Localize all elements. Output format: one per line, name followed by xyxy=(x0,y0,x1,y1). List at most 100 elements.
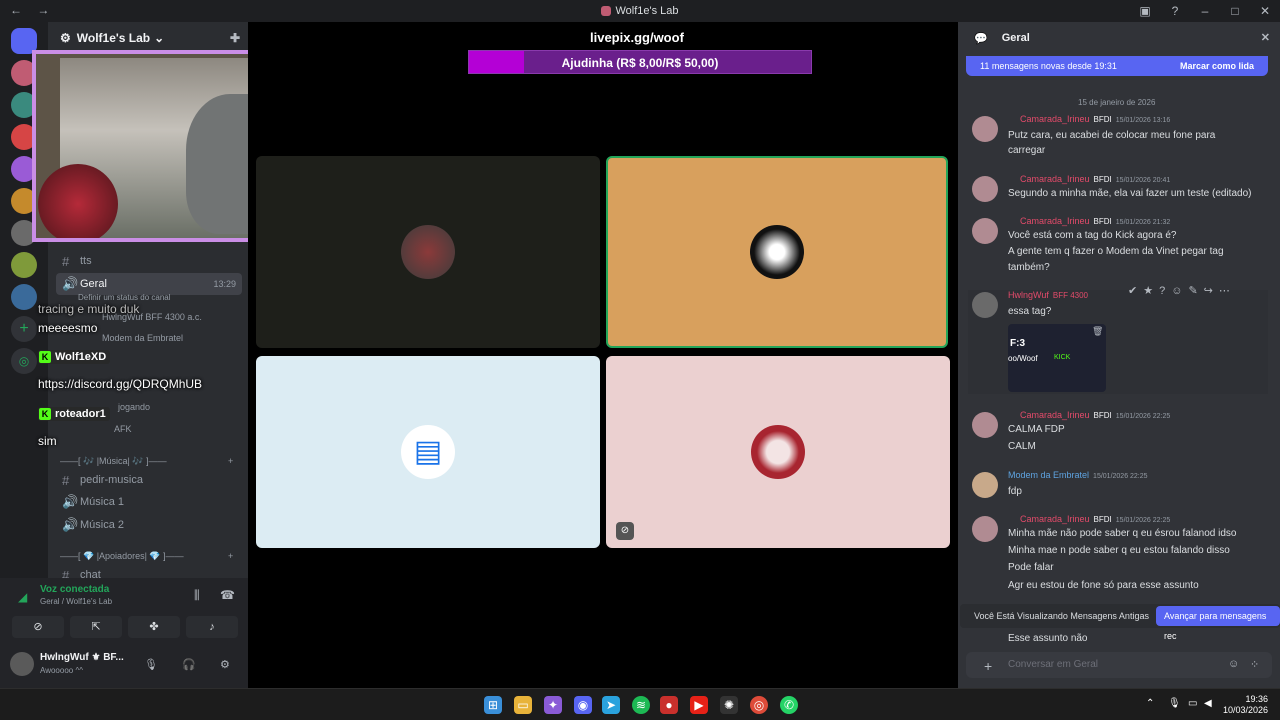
windows-start-icon[interactable]: ⊞ xyxy=(484,696,502,714)
forward-icon[interactable]: ↪ xyxy=(1204,285,1219,297)
avatar[interactable] xyxy=(972,412,998,438)
chat-header: 💬 Geral ✕ xyxy=(958,22,1280,54)
category-musica[interactable]: ——[ 🎶 |Música| 🎶 ]—— + xyxy=(60,456,233,467)
avatar[interactable] xyxy=(972,472,998,498)
voice-member[interactable]: AFK xyxy=(114,424,132,434)
microphone-icon[interactable]: 🎙 xyxy=(144,658,158,671)
avatar[interactable] xyxy=(972,218,998,244)
author-name[interactable]: Modem da Embratel xyxy=(1008,470,1089,480)
gear-icon[interactable]: ⚙ xyxy=(220,658,230,671)
signal-icon[interactable]: ◢ xyxy=(18,590,27,604)
inbox-icon[interactable]: ▣ xyxy=(1130,0,1160,22)
disconnect-icon[interactable]: ☎ xyxy=(220,588,235,602)
channel-musica-1[interactable]: 🔊 Música 1 xyxy=(56,491,242,513)
avatar[interactable] xyxy=(10,652,34,676)
window-title-text: Wolf1e's Lab xyxy=(615,5,679,17)
voice-member[interactable]: Modem da Embratel xyxy=(102,333,183,343)
volume-icon[interactable]: ◀ xyxy=(1204,698,1212,709)
channel-musica-2[interactable]: 🔊 Música 2 xyxy=(56,514,242,536)
add-channel-icon[interactable]: + xyxy=(228,456,233,466)
add-attachment-icon[interactable]: + xyxy=(984,658,992,674)
category-label: ——[ 🎶 |Música| 🎶 ]—— xyxy=(60,456,167,466)
clock[interactable]: 19:36 10/03/2026 xyxy=(1223,694,1268,716)
author-name[interactable]: Camarada_Irineu xyxy=(1020,410,1090,420)
edit-icon[interactable]: ✎ xyxy=(1188,285,1203,297)
tray-chevron-icon[interactable]: ⌃ xyxy=(1146,698,1154,709)
jump-to-present-button[interactable]: Avançar para mensagens rec xyxy=(1156,606,1280,641)
video-tile[interactable]: ⊘ xyxy=(606,356,950,548)
question-reaction-icon[interactable]: ? xyxy=(1159,285,1171,297)
app-icon[interactable]: ✦ xyxy=(544,696,562,714)
composer-placeholder[interactable]: Conversar em Geral xyxy=(1008,659,1098,670)
add-channel-icon[interactable]: + xyxy=(228,551,233,561)
maximize-icon[interactable]: □ xyxy=(1220,0,1250,22)
chrome-icon[interactable]: ◎ xyxy=(750,696,768,714)
delete-icon[interactable]: 🗑 xyxy=(1092,326,1103,337)
avatar[interactable] xyxy=(972,516,998,542)
avatar[interactable] xyxy=(972,292,998,318)
author-name[interactable]: Camarada_Irineu xyxy=(1020,514,1090,524)
camera-off-icon: ⊘ xyxy=(33,621,43,633)
noise-icon[interactable]: ⫼ xyxy=(194,588,200,603)
app-icon[interactable]: ✺ xyxy=(720,696,738,714)
user-status: Awooooo ^^ xyxy=(40,666,83,675)
explore-icon[interactable]: ◎ xyxy=(11,348,37,374)
mark-read-button[interactable]: Marcar como lida xyxy=(1180,61,1254,71)
network-icon[interactable]: ▭ xyxy=(1188,698,1197,709)
star-reaction-icon[interactable]: ★ xyxy=(1143,285,1159,297)
add-server-icon[interactable]: + xyxy=(11,316,37,342)
screenshare-button[interactable]: ⇱ xyxy=(70,616,122,638)
telegram-icon[interactable]: ➤ xyxy=(602,696,620,714)
video-tile[interactable] xyxy=(256,156,600,348)
channel-tts[interactable]: # tts xyxy=(56,250,242,272)
apps-icon[interactable]: ⁘ xyxy=(1250,658,1259,671)
spotify-icon[interactable]: ≋ xyxy=(632,696,650,714)
whatsapp-icon[interactable]: ✆ xyxy=(780,696,798,714)
overlay-chat-user: Kroteador1 xyxy=(38,407,110,421)
server-icon[interactable] xyxy=(11,252,37,278)
close-icon[interactable]: ✕ xyxy=(1261,31,1270,44)
camera-button[interactable]: ⊘ xyxy=(12,616,64,638)
youtube-icon[interactable]: ▶ xyxy=(690,696,708,714)
taskbar: ⊞ ▭ ✦ ◉ ➤ ≋ ● ▶ ✺ ◎ ✆ ⌃ 🎙 ▭ ◀ 19:36 10/03… xyxy=(0,688,1280,720)
file-explorer-icon[interactable]: ▭ xyxy=(514,696,532,714)
emoji-icon[interactable]: ☺ xyxy=(1228,658,1239,670)
minimize-icon[interactable]: – xyxy=(1190,0,1220,22)
author-name[interactable]: Camarada_Irineu xyxy=(1020,174,1090,184)
author-name[interactable]: Camarada_Irineu xyxy=(1020,216,1090,226)
app-icon[interactable]: ● xyxy=(660,696,678,714)
channel-label: Geral xyxy=(80,278,107,290)
embed-text: F:3 xyxy=(1010,338,1025,349)
goal-bar: Ajudinha (R$ 8,00/R$ 50,00) xyxy=(468,50,812,74)
server-icon[interactable] xyxy=(11,284,37,310)
video-tile-speaking[interactable] xyxy=(606,156,948,348)
channel-status[interactable]: Definir um status do canal xyxy=(78,293,171,302)
category-apoiadores[interactable]: ——[ 💎 |Apoiadores| 💎 ]—— + xyxy=(60,551,233,562)
check-reaction-icon[interactable]: ✔ xyxy=(1128,285,1143,297)
voice-member[interactable]: jogando xyxy=(118,402,150,412)
invite-icon[interactable]: ✚ xyxy=(230,31,240,45)
emoji-icon[interactable]: ☺ xyxy=(1171,285,1188,297)
video-tile[interactable]: ▤ xyxy=(256,356,600,548)
embed-image[interactable]: F:3 oo/Woof KICK 🗑 xyxy=(1008,324,1106,392)
message-text: CALM xyxy=(1008,441,1036,452)
author-name[interactable]: Camarada_Irineu xyxy=(1020,114,1090,124)
microphone-icon[interactable]: 🎙 xyxy=(1168,698,1181,709)
channel-pedir-musica[interactable]: # pedir-musica xyxy=(56,469,242,491)
message-composer[interactable]: + Conversar em Geral ☺ ⁘ xyxy=(966,652,1272,678)
user-panel[interactable]: HwlngWuf ⚜ BF... Awooooo ^^ 🎙 🎧 ⚙ xyxy=(10,650,240,680)
more-icon[interactable]: ⋯ xyxy=(1219,285,1236,297)
message-actions[interactable]: ✔★?☺✎↪⋯ xyxy=(1128,284,1236,297)
title-bar: ← → Wolf1e's Lab ▣ ? – □ ✕ xyxy=(0,0,1280,22)
help-icon[interactable]: ? xyxy=(1160,0,1190,22)
channel-geral[interactable]: 🔊 Geral 13:29 xyxy=(56,273,242,295)
close-icon[interactable]: ✕ xyxy=(1250,0,1280,22)
headphones-icon[interactable]: 🎧 xyxy=(182,658,196,671)
new-messages-banner[interactable]: 11 mensagens novas desde 19:31 Marcar com… xyxy=(966,56,1268,76)
soundboard-button[interactable]: ♪ xyxy=(186,616,238,638)
avatar[interactable] xyxy=(972,176,998,202)
avatar[interactable] xyxy=(972,116,998,142)
activities-button[interactable]: ✤ xyxy=(128,616,180,638)
discord-icon[interactable]: ◉ xyxy=(574,696,592,714)
author-name[interactable]: HwlngWuf xyxy=(1008,290,1049,300)
